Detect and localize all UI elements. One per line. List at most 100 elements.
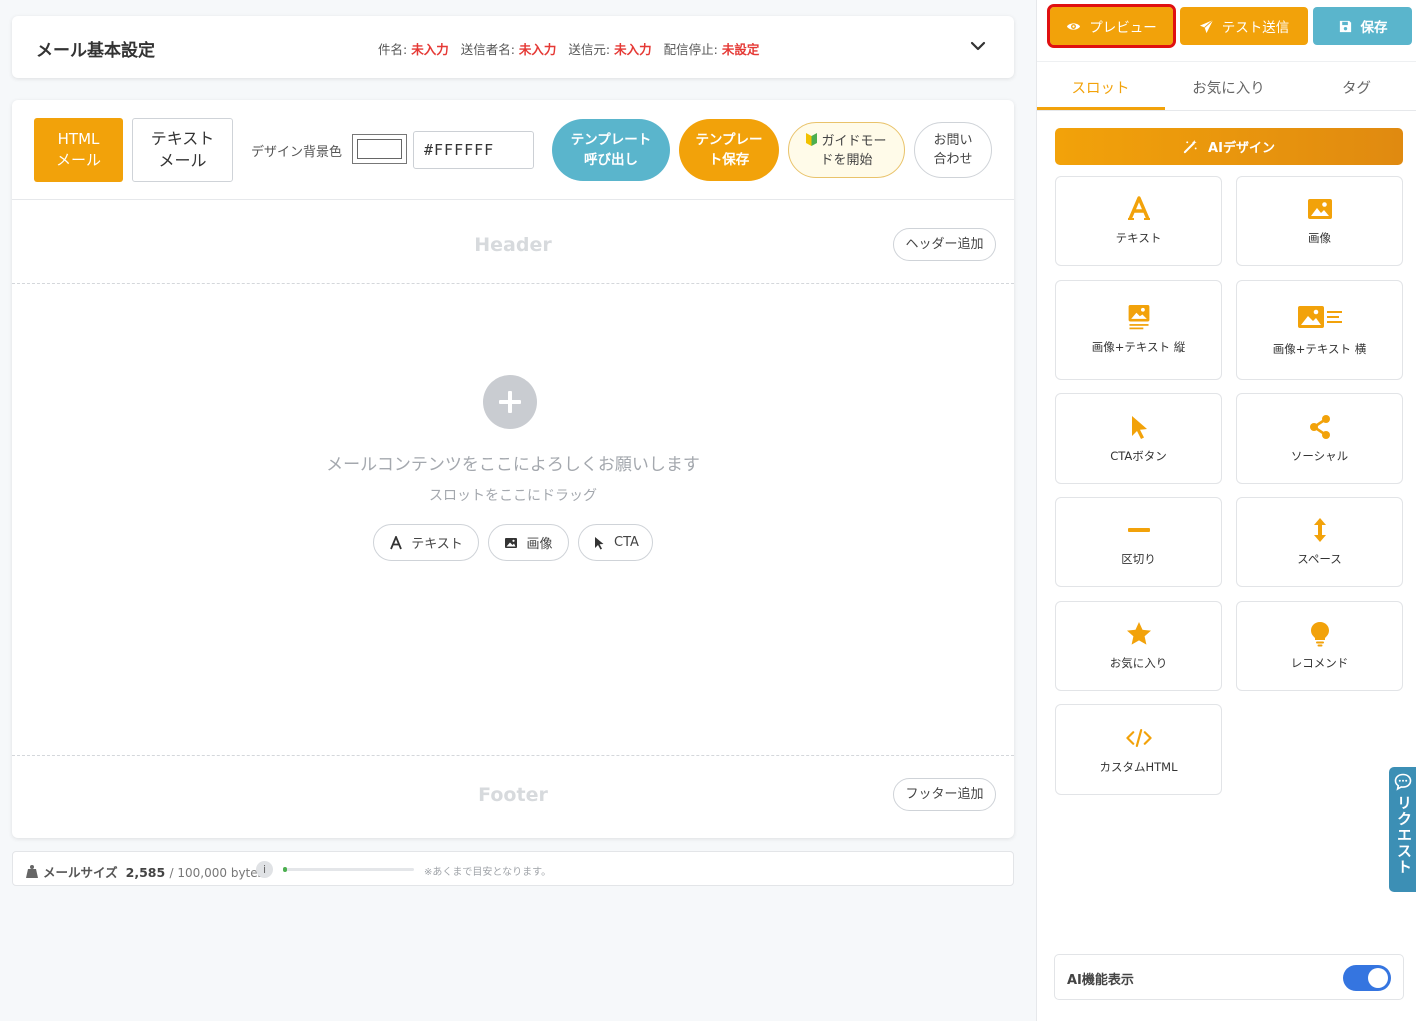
template-save-label-1: テンプレー [695,132,763,148]
quick-add-image-button[interactable]: 画像 [488,524,569,561]
design-bg-color-label: デザイン背景色 [251,145,343,160]
slot-panel: プレビュー テスト送信 保存 スロット お気に入り タグ AIデザイン テキスト… [1036,0,1416,1021]
weight-icon [26,865,38,878]
image-icon [1307,199,1332,219]
template-load-label-2: 呼び出し [584,152,638,168]
quick-add-cta-label: CTA [614,535,639,550]
info-icon[interactable]: i [256,861,273,878]
mail-size-total: / 100,000 bytes [169,866,264,880]
bg-color-picker[interactable] [352,134,407,164]
chevron-down-icon[interactable] [968,36,988,56]
quick-add-text-button[interactable]: テキスト [373,524,479,561]
slot-cta-button[interactable]: CTAボタン [1055,393,1222,484]
html-mail-label-1: HTML [57,130,100,148]
image-text-vertical-icon [1128,305,1149,330]
slot-space-label: スペース [1297,552,1342,566]
slot-space[interactable]: スペース [1236,497,1403,587]
minus-icon [1127,528,1150,532]
slot-favorite-label: お気に入り [1109,656,1168,670]
slot-recommend[interactable]: レコメンド [1236,601,1403,691]
toolbar-divider [12,199,1014,200]
mail-settings-bar[interactable]: メール基本設定 件名: 未入力 送信者名: 未入力 送信元: 未入力 配信停止:… [12,16,1014,78]
slot-image-text-vertical[interactable]: 画像+テキスト 縦 [1055,280,1222,380]
mail-size-progress [283,867,414,872]
paper-plane-icon [1199,19,1214,33]
template-save-button[interactable]: テンプレー ト保存 [679,119,779,181]
footer-divider [12,755,1014,756]
code-icon [1125,728,1152,747]
ai-feature-label: AI機能表示 [1067,973,1134,988]
slot-custom-html-label: カスタムHTML [1099,759,1178,774]
text-mail-label-1: テキスト [150,129,215,148]
slot-image-label: 画像 [1308,231,1331,245]
request-tab[interactable]: リクエスト [1389,767,1416,892]
tab-tag[interactable]: タグ [1293,77,1416,98]
mail-settings-summary: 件名: 未入力 送信者名: 未入力 送信元: 未入力 配信停止: 未設定 [378,39,767,58]
lightbulb-icon [1310,622,1329,647]
quick-add-cta-button[interactable]: CTA [578,524,653,561]
image-icon [505,537,518,548]
header-zone-label: Header [474,234,552,256]
test-send-button[interactable]: テスト送信 [1180,7,1308,45]
unsubscribe-key: 配信停止: [663,42,718,57]
text-mail-button[interactable]: テキスト メール [132,118,233,182]
eye-icon [1067,22,1081,30]
slot-text[interactable]: テキスト [1055,176,1222,266]
mail-size-label: メールサイズ 2,585 / 100,000 bytes [43,862,264,881]
sender-from-key: 送信元: [568,42,611,57]
preview-label: プレビュー [1089,20,1157,36]
slot-favorite[interactable]: お気に入り [1055,601,1222,691]
html-mail-button[interactable]: HTML メール [34,118,123,182]
template-load-label-1: テンプレート [570,132,652,148]
ai-feature-toggle[interactable] [1343,965,1391,991]
save-button[interactable]: 保存 [1313,7,1412,45]
sender-name-key: 送信者名: [460,42,515,57]
add-content-icon[interactable] [483,375,537,429]
slot-image-text-horizontal[interactable]: 画像+テキスト 横 [1236,280,1403,380]
mail-size-progress-fill [283,867,287,872]
slot-recommend-label: レコメンド [1290,656,1349,670]
quick-add-text-label: テキスト [411,537,463,552]
sender-from-status: 未入力 [614,42,652,57]
slot-divider[interactable]: 区切り [1055,497,1222,587]
add-footer-button[interactable]: フッター追加 [893,778,996,811]
tab-favorites[interactable]: お気に入り [1165,77,1292,98]
guide-mode-label-1: ガイドモー [821,134,887,149]
add-header-button[interactable]: ヘッダー追加 [893,228,996,261]
mail-size-current: 2,585 [125,865,166,880]
guide-mode-label-2: ドを開始 [820,153,873,168]
tabs-top-border [1037,61,1416,62]
mail-size-note: ※あくまで目安となります。 [424,867,552,878]
contact-label-2: 合わせ [933,152,973,167]
chat-bubble-icon [1394,773,1412,791]
contact-button[interactable]: お問い 合わせ [914,122,992,178]
slot-custom-html[interactable]: カスタムHTML [1055,704,1222,795]
tabs-bottom-border [1037,110,1416,111]
ai-design-button[interactable]: AIデザイン [1055,128,1403,165]
mail-settings-title: メール基本設定 [36,41,155,61]
request-label: リクエスト [1395,795,1413,875]
pointer-icon [1131,415,1147,439]
footer-zone-label: Footer [478,784,548,806]
mail-size-title: メールサイズ [43,865,118,880]
slot-social[interactable]: ソーシャル [1236,393,1403,484]
template-load-button[interactable]: テンプレート 呼び出し [552,119,670,181]
image-text-horizontal-icon [1297,306,1342,328]
toggle-knob [1368,968,1388,988]
floppy-disk-icon [1339,20,1351,32]
text-icon [1127,196,1150,220]
html-mail-label-2: メール [55,151,101,169]
bg-color-input[interactable]: #FFFFFF [413,131,534,169]
template-save-label-2: ト保存 [708,152,750,168]
preview-button[interactable]: プレビュー [1047,4,1176,48]
slot-image[interactable]: 画像 [1236,176,1403,266]
pointer-icon [595,536,604,549]
ai-feature-row: AI機能表示 [1054,954,1404,1000]
tab-slot[interactable]: スロット [1037,77,1164,98]
active-tab-indicator [1037,107,1165,110]
subject-key: 件名: [378,42,408,57]
unsubscribe-status: 未設定 [721,42,760,57]
slot-social-label: ソーシャル [1290,448,1349,463]
guide-mode-button[interactable]: ガイドモー ドを開始 [788,122,905,178]
sender-name-status: 未入力 [518,42,557,57]
